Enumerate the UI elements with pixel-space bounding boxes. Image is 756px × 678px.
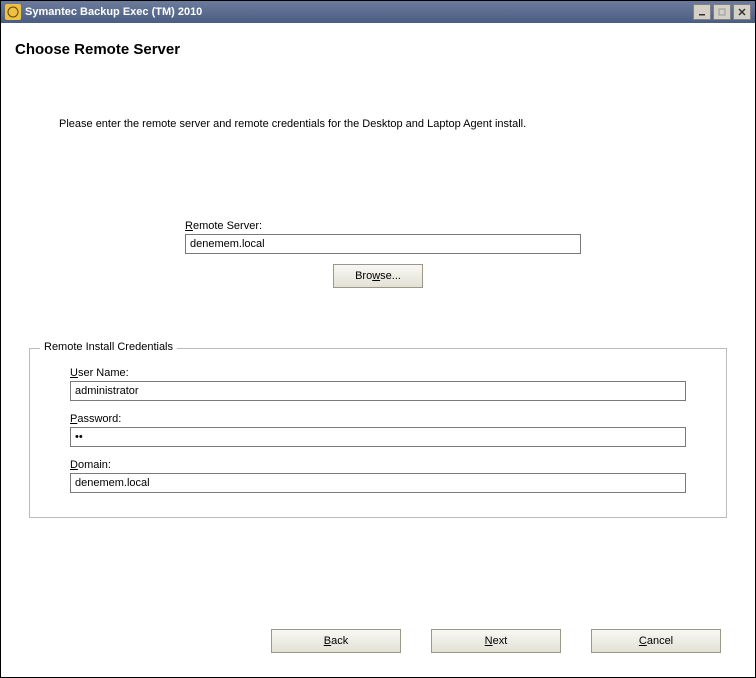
username-field: User Name: xyxy=(70,367,686,401)
window-controls xyxy=(693,4,751,20)
app-icon xyxy=(5,4,21,20)
back-button[interactable]: Back xyxy=(271,629,401,653)
titlebar[interactable]: Symantec Backup Exec (TM) 2010 xyxy=(1,1,755,23)
window-title: Symantec Backup Exec (TM) 2010 xyxy=(25,6,693,18)
remote-server-input[interactable] xyxy=(185,234,581,254)
instruction-text: Please enter the remote server and remot… xyxy=(59,118,741,130)
content-area: Choose Remote Server Please enter the re… xyxy=(1,23,755,677)
close-button[interactable] xyxy=(733,4,751,20)
browse-button[interactable]: Browse... xyxy=(333,264,423,288)
domain-input[interactable] xyxy=(70,473,686,493)
password-label: Password: xyxy=(70,413,686,425)
browse-row: Browse... xyxy=(15,264,741,288)
cancel-button[interactable]: Cancel xyxy=(591,629,721,653)
credentials-legend: Remote Install Credentials xyxy=(40,341,177,353)
credentials-fieldset: Remote Install Credentials User Name: Pa… xyxy=(29,348,727,518)
maximize-button[interactable] xyxy=(713,4,731,20)
minimize-button[interactable] xyxy=(693,4,711,20)
page-title: Choose Remote Server xyxy=(15,41,741,58)
remote-server-label: Remote Server: xyxy=(185,220,581,232)
installer-window: Symantec Backup Exec (TM) 2010 Choose Re… xyxy=(0,0,756,678)
wizard-buttons: Back Next Cancel xyxy=(15,629,741,663)
next-button[interactable]: Next xyxy=(431,629,561,653)
remote-server-block: Remote Server: xyxy=(185,220,581,254)
password-input[interactable] xyxy=(70,427,686,447)
username-label: User Name: xyxy=(70,367,686,379)
password-field: Password: xyxy=(70,413,686,447)
username-input[interactable] xyxy=(70,381,686,401)
domain-field: Domain: xyxy=(70,459,686,493)
domain-label: Domain: xyxy=(70,459,686,471)
